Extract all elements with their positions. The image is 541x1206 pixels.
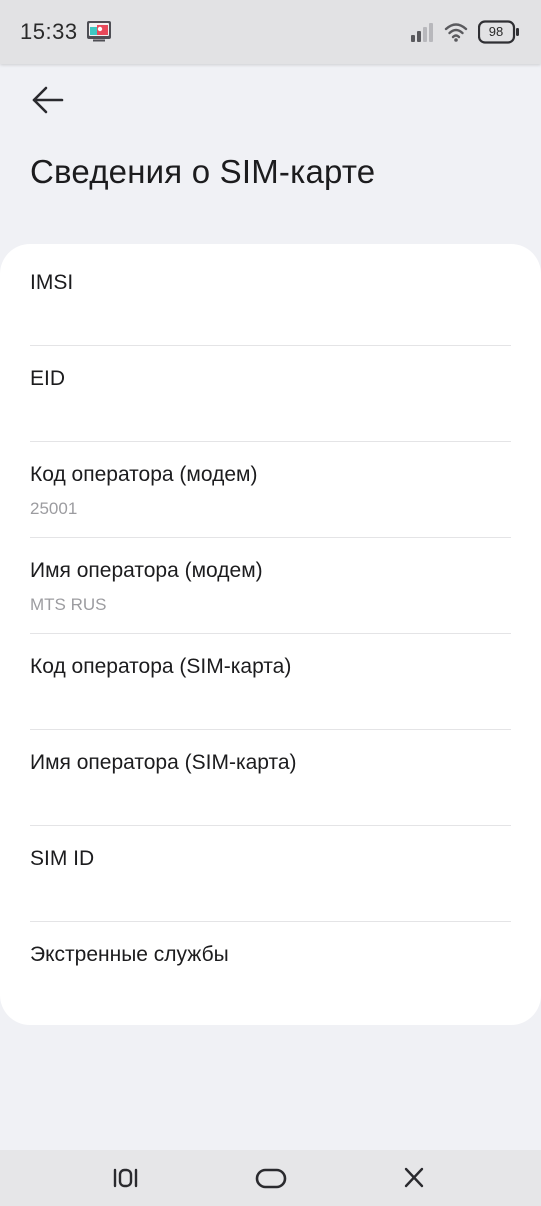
row-imsi[interactable]: IMSI [30, 245, 511, 341]
signal-icon [411, 23, 433, 42]
row-title: Экстренные службы [30, 943, 229, 966]
row-sim-id[interactable]: SIM ID [30, 821, 511, 917]
back-close-icon [404, 1167, 424, 1188]
row-eid[interactable]: EID [30, 341, 511, 437]
back-button[interactable] [26, 80, 70, 120]
battery-level: 98 [488, 24, 504, 39]
row-title: Имя оператора (SIM-карта) [30, 751, 297, 774]
back-close-button[interactable] [384, 1158, 444, 1198]
row-title: Код оператора (модем) [30, 463, 258, 486]
arrow-left-icon [32, 86, 64, 114]
row-emergency-services[interactable]: Экстренные службы [30, 917, 511, 1013]
row-title: IMSI [30, 271, 74, 294]
row-title: Имя оператора (модем) [30, 559, 263, 582]
page-title: Сведения о SIM-карте [30, 153, 376, 190]
home-icon [255, 1168, 287, 1189]
row-title: SIM ID [30, 847, 95, 870]
recents-button[interactable] [96, 1158, 156, 1198]
status-bar: 15:33 98 [0, 0, 541, 64]
row-value: 25001 [30, 499, 78, 518]
row-operator-code-modem[interactable]: Код оператора (модем) 25001 [30, 437, 511, 533]
home-button[interactable] [241, 1158, 301, 1198]
row-operator-name-sim[interactable]: Имя оператора (SIM-карта) [30, 725, 511, 821]
row-title: Код оператора (SIM-карта) [30, 655, 292, 678]
notification-icon [87, 21, 111, 42]
row-operator-name-modem[interactable]: Имя оператора (модем) MTS RUS [30, 533, 511, 629]
row-title: EID [30, 367, 66, 390]
status-time: 15:33 [20, 19, 78, 44]
wifi-icon [444, 23, 468, 42]
row-value: MTS RUS [30, 595, 107, 614]
row-operator-code-sim[interactable]: Код оператора (SIM-карта) [30, 629, 511, 725]
recents-icon [113, 1168, 138, 1188]
